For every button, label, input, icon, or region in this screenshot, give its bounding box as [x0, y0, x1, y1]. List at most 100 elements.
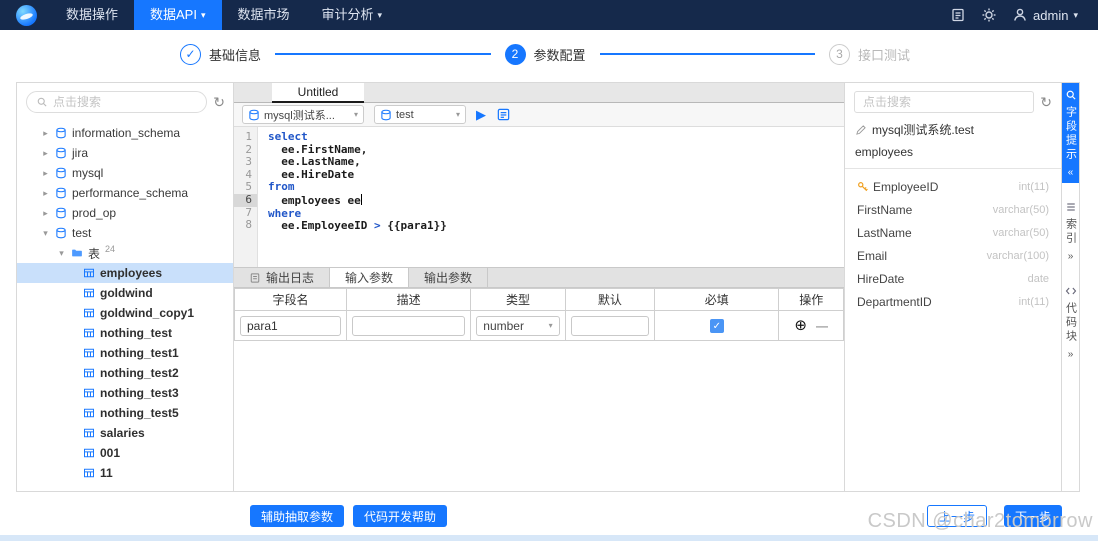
tree-table-item[interactable]: 11 [17, 463, 233, 483]
cell-operations: ⊕ — [778, 310, 844, 341]
database-icon [248, 109, 260, 121]
field-name-text: Email [857, 248, 888, 263]
editor-tabstrip: Untitled [234, 83, 844, 103]
explorer-search-box[interactable] [26, 91, 208, 113]
app-logo[interactable] [16, 4, 37, 26]
run-query-button[interactable]: ▶ [476, 108, 486, 121]
assist-extract-params-button[interactable]: 辅助抽取参数 [250, 505, 345, 527]
code-dev-help-button[interactable]: 代码开发帮助 [353, 505, 448, 527]
code-block-icon [1065, 285, 1077, 297]
field-name: EmployeeID [857, 180, 938, 194]
add-row-icon[interactable]: ⊕ [794, 318, 807, 333]
table-name: nothing_test1 [100, 346, 179, 360]
table-name: 001 [100, 446, 121, 460]
step-1[interactable]: ✓ 基础信息 [180, 43, 261, 65]
tree-table-item[interactable]: nothing_test2 [17, 363, 233, 383]
params-tab-label: 输出日志 [266, 271, 315, 285]
code-token: employees ee [268, 193, 361, 207]
top-navbar: 数据操作 数据API ▾ 数据市场 审计分析 ▾ admin ▾ [0, 0, 1098, 30]
fields-search-input[interactable] [863, 95, 1026, 109]
sql-editor-panel: Untitled mysql测试系... ▾ test ▾ ▶ 1 2 3 4 … [233, 83, 844, 491]
format-sql-icon[interactable] [496, 107, 511, 122]
nav-item[interactable]: 数据API ▾ [134, 0, 222, 30]
field-type: int(11) [1018, 180, 1049, 193]
settings-gear-icon[interactable] [981, 7, 997, 23]
step-connector [275, 53, 491, 55]
tree-table-item[interactable]: employees [17, 263, 233, 283]
chevron-right-icon[interactable]: ▸ [41, 208, 50, 219]
refresh-icon[interactable]: ↻ [1040, 95, 1052, 109]
document-export-icon[interactable] [950, 7, 966, 23]
tree-table-item[interactable]: goldwind_copy1 [17, 303, 233, 323]
log-icon [249, 272, 261, 284]
param-name-input[interactable] [240, 315, 342, 336]
step-marker: 2 [504, 43, 526, 65]
tree-table-item[interactable]: nothing_test3 [17, 383, 233, 403]
editor-tab[interactable]: Untitled [272, 83, 364, 103]
database-explorer-panel: ↻ ▸ information_schema ▸ jira ▸ mysql ▸ perform… [17, 83, 233, 491]
nav-item[interactable]: 数据市场 [222, 0, 306, 30]
previous-step-button[interactable]: 上一步 [926, 505, 987, 527]
user-menu[interactable]: admin ▾ [1012, 7, 1078, 23]
database-select[interactable]: test ▾ [374, 105, 466, 124]
chevron-right-icon[interactable]: ▸ [41, 128, 50, 139]
tree-table-item[interactable]: salaries [17, 423, 233, 443]
tree-database-item[interactable]: ▸ information_schema [17, 123, 233, 143]
text-cursor [360, 193, 362, 205]
tree-table-item[interactable]: nothing_test1 [17, 343, 233, 363]
explorer-search-input[interactable] [53, 95, 198, 109]
chevron-down-icon[interactable]: ▾ [41, 228, 50, 239]
fields-search-row: ↻ [845, 83, 1061, 119]
tree-tables-folder[interactable]: ▾ 表 24 [17, 243, 233, 263]
param-description-input[interactable] [352, 315, 466, 336]
step-2[interactable]: 2 参数配置 [504, 43, 586, 65]
param-type-select[interactable]: number ▾ [476, 315, 560, 336]
table-icon [83, 287, 95, 299]
rail-section[interactable]: 索引 » [1062, 195, 1079, 267]
params-tab[interactable]: 输入参数 [330, 268, 410, 287]
table-count-badge: 24 [105, 244, 116, 254]
tree-database-item[interactable]: ▸ performance_schema [17, 183, 233, 203]
code-area[interactable]: select ee.FirstName, ee.LastName, ee.Hir… [258, 127, 844, 267]
rail-section[interactable]: 字段提示 « [1062, 83, 1079, 183]
step-3[interactable]: 3 接口测试 [829, 43, 910, 65]
chevron-right-icon[interactable]: ▸ [41, 168, 50, 179]
param-default-input[interactable] [570, 315, 650, 336]
code-editor[interactable]: 12345678 select ee.FirstName, ee.LastNam… [234, 127, 844, 267]
table-icon [83, 447, 95, 459]
chevron-right-icon[interactable]: ▸ [41, 148, 50, 159]
tree-database-item[interactable]: ▾ test [17, 223, 233, 243]
tree-table-item[interactable]: nothing_test [17, 323, 233, 343]
rail-section[interactable]: 代码块 » [1062, 279, 1079, 365]
chevron-down-icon: ▾ [1073, 9, 1078, 20]
remove-row-icon[interactable]: — [816, 320, 828, 332]
chevron-down-icon[interactable]: ▾ [57, 248, 66, 259]
fields-search-box[interactable] [854, 91, 1035, 113]
footer-left-buttons: 辅助抽取参数 代码开发帮助 [250, 505, 448, 527]
next-step-button[interactable]: 下一步 [1003, 505, 1062, 527]
search-icon [36, 96, 48, 108]
nav-item[interactable]: 数据操作 [50, 0, 134, 30]
params-tab[interactable]: 输出日志 [234, 268, 331, 287]
tree-table-item[interactable]: 001 [17, 443, 233, 463]
chevron-down-icon: ▾ [200, 10, 206, 20]
tree-table-item[interactable]: nothing_test5 [17, 403, 233, 423]
tree-database-item[interactable]: ▸ mysql [17, 163, 233, 183]
nav-item[interactable]: 审计分析 ▾ [306, 0, 399, 30]
tree-database-item[interactable]: ▸ jira [17, 143, 233, 163]
tree-table-item[interactable]: goldwind [17, 283, 233, 303]
folder-icon [71, 247, 83, 259]
primary-key-icon [857, 181, 869, 193]
required-checkbox[interactable]: ✓ [709, 318, 724, 333]
chevron-right-icon[interactable]: ▸ [41, 188, 50, 199]
step-label: 参数配置 [533, 47, 586, 63]
refresh-icon[interactable]: ↻ [213, 95, 225, 109]
index-icon [1065, 201, 1077, 213]
params-tab[interactable]: 输出参数 [409, 268, 489, 287]
params-tab-label: 输出参数 [424, 271, 473, 285]
table-name: goldwind_copy1 [100, 306, 195, 320]
datasource-select[interactable]: mysql测试系... ▾ [242, 105, 364, 124]
tree-database-item[interactable]: ▸ prod_op [17, 203, 233, 223]
line-number: 8 [245, 218, 252, 232]
param-row: number▾✓⊕— [233, 310, 844, 341]
